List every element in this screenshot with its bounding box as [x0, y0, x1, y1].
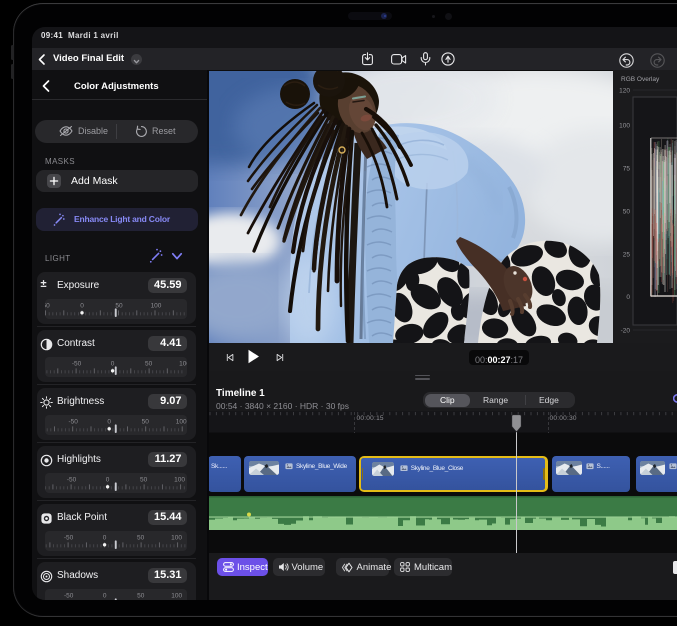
svg-text:0: 0	[103, 535, 107, 542]
svg-text:100: 100	[179, 361, 186, 368]
svg-text:-50: -50	[72, 361, 82, 368]
svg-text:0: 0	[111, 361, 115, 368]
svg-text:-20: -20	[621, 328, 631, 335]
svg-text:50: 50	[137, 593, 145, 600]
svg-text:25: 25	[623, 252, 631, 259]
svg-text:0: 0	[107, 419, 111, 426]
svg-text:50: 50	[140, 477, 148, 484]
svg-text:50: 50	[115, 303, 123, 310]
svg-text:50: 50	[137, 535, 145, 542]
svg-text:-50: -50	[67, 477, 77, 484]
svg-text:0: 0	[103, 593, 107, 600]
svg-text:100: 100	[176, 419, 187, 426]
svg-text:50: 50	[145, 361, 153, 368]
svg-text:-50: -50	[64, 593, 74, 600]
svg-text:-50: -50	[64, 535, 74, 542]
svg-text:-50: -50	[45, 303, 50, 310]
svg-text:100: 100	[174, 477, 185, 484]
svg-text:100: 100	[151, 303, 162, 310]
svg-text:0: 0	[106, 477, 110, 484]
svg-text:120: 120	[619, 88, 630, 95]
svg-text:100: 100	[619, 123, 630, 130]
svg-text:0: 0	[80, 303, 84, 310]
svg-text:50: 50	[142, 419, 150, 426]
svg-text:100: 100	[171, 593, 182, 600]
svg-text:100: 100	[171, 535, 182, 542]
svg-text:-50: -50	[68, 419, 78, 426]
svg-text:0: 0	[626, 294, 630, 301]
svg-text:75: 75	[623, 166, 631, 173]
svg-text:50: 50	[623, 209, 631, 216]
